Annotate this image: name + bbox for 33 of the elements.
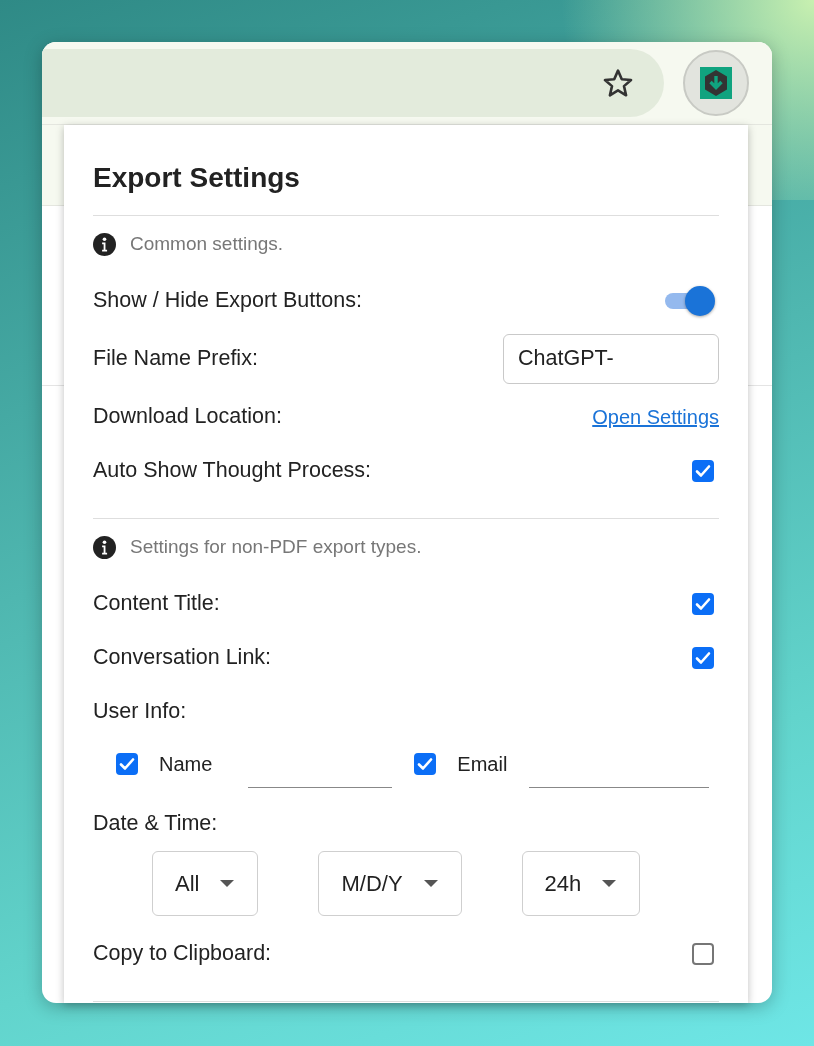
- star-icon[interactable]: [602, 68, 634, 98]
- open-settings-link[interactable]: Open Settings: [592, 401, 719, 432]
- caret-icon: [601, 878, 618, 888]
- dropdown-select[interactable]: M/D/Y: [318, 850, 462, 916]
- info-icon: [93, 536, 116, 560]
- setting-label: Conversation Link:: [93, 644, 272, 672]
- field-label: Name: [159, 751, 213, 777]
- setting-label: Copy to Clipboard:: [93, 940, 272, 968]
- checkbox[interactable]: [116, 752, 138, 775]
- checkbox[interactable]: [692, 459, 714, 482]
- setting-label: User Info:: [93, 698, 187, 726]
- checkbox[interactable]: [692, 592, 714, 615]
- setting-label: Date & Time:: [93, 810, 218, 838]
- setting-label: Download Location:: [93, 403, 282, 431]
- setting-label: Content Title:: [93, 590, 220, 618]
- section-note: Settings for non-PDF export types.: [130, 535, 422, 560]
- setting-label: File Name Prefix:: [93, 345, 258, 373]
- dropdown-select[interactable]: 24h: [521, 850, 641, 916]
- toggle-switch[interactable]: [663, 285, 715, 316]
- checkbox[interactable]: [414, 752, 437, 775]
- setting-label: Show / Hide Export Buttons:: [93, 287, 362, 315]
- field-label: Email: [457, 751, 508, 777]
- dropdown-select[interactable]: All: [152, 850, 259, 916]
- prefix-input[interactable]: ChatGPT-: [503, 333, 719, 384]
- caret-icon: [219, 878, 236, 888]
- info-icon: [93, 233, 116, 257]
- setting-label: Auto Show Thought Process:: [93, 457, 372, 485]
- download-icon: [700, 67, 732, 99]
- checkbox[interactable]: [692, 942, 714, 965]
- popup-title: Export Settings: [93, 161, 301, 195]
- checkbox[interactable]: [692, 646, 714, 669]
- section-note: Common settings.: [130, 232, 284, 257]
- caret-icon: [422, 878, 439, 888]
